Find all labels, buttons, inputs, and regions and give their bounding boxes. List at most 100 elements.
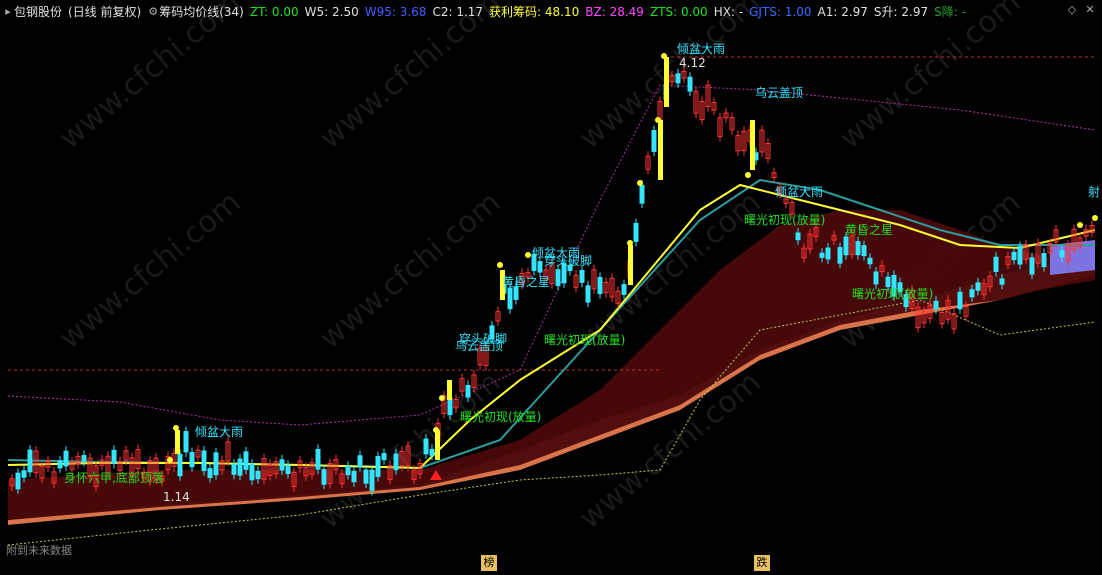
candle-body (183, 431, 189, 453)
window-controls: ◇ ✕ (1066, 3, 1096, 16)
watermark-text: www.cfchi.com (313, 0, 508, 156)
candle-body (237, 458, 243, 476)
chart-stage[interactable]: www.cfchi.com www.cfchi.com www.cfchi.com w… (0, 0, 1102, 575)
pattern-label: 4.12 (679, 56, 706, 70)
candle-body (837, 247, 843, 264)
highlight-candle (447, 380, 452, 400)
candle-body (843, 236, 849, 256)
candle-body (231, 463, 237, 475)
candle-body (555, 269, 561, 286)
candle-body (447, 397, 453, 416)
indicator-value: ZT: 0.00 (249, 4, 299, 19)
indicator-value: ZTS: 0.00 (649, 4, 708, 19)
highlight-candle (750, 120, 755, 170)
candle-body (885, 276, 891, 288)
signal-dot (1092, 215, 1098, 221)
signal-dot (433, 427, 439, 433)
candle-body (63, 450, 69, 467)
candle-body (465, 384, 471, 398)
signal-dot (745, 172, 751, 178)
candle-body (1059, 249, 1065, 258)
signal-dot (637, 180, 643, 186)
pattern-label: 黄昏之星 (502, 275, 550, 289)
candle-body (1017, 246, 1023, 265)
candle-body (687, 76, 693, 92)
signal-dot (167, 457, 173, 463)
candle-body (279, 459, 285, 471)
watermark-text: www.cfchi.com (53, 0, 248, 156)
indicator-value: S降: - (934, 4, 966, 19)
signal-dot (525, 252, 531, 258)
indicator-value: 获利筹码: 48.10 (489, 4, 580, 19)
highlight-candle (664, 57, 669, 107)
candle-body (633, 222, 639, 242)
indicator-value: A1: 2.97 (817, 4, 868, 19)
highlight-candle (175, 430, 180, 454)
pattern-label: 曙光初现(放量) (744, 212, 825, 227)
candle-body (345, 465, 351, 476)
signal-dot (439, 395, 445, 401)
pattern-label: 曙光初现(放量) (852, 286, 933, 301)
highlight-candle (628, 245, 633, 285)
watermark-text: www.cfchi.com (833, 0, 1028, 156)
candle-body (651, 130, 657, 152)
signal-dot (627, 240, 633, 246)
candle-body (249, 463, 255, 481)
settings-icon[interactable]: ⚙ (147, 5, 159, 18)
candle-body (429, 448, 435, 456)
indicator-value: W5: 2.50 (304, 4, 359, 19)
candle-body (1029, 257, 1035, 275)
close-icon[interactable]: ✕ (1084, 3, 1096, 16)
candle-body (27, 449, 33, 473)
candle-body (381, 453, 387, 461)
pattern-label: 乌云盖顶 (755, 85, 803, 100)
pattern-label: 倾盆大雨 (677, 42, 725, 56)
candle-body (375, 455, 381, 477)
diamond-icon[interactable]: ◇ (1066, 3, 1078, 16)
pattern-label: 曙光初现(放量) (460, 409, 541, 424)
candle-body (969, 289, 975, 298)
candle-body (975, 282, 981, 291)
candle-body (639, 184, 645, 204)
candle-body (507, 287, 513, 310)
candle-body (855, 241, 861, 256)
signal-dot (1077, 222, 1083, 228)
indicator-value: S升: 2.97 (873, 4, 929, 19)
watermark-text: www.cfchi.com (53, 185, 248, 356)
candle-body (621, 284, 627, 295)
candle-body (819, 252, 825, 258)
candlestick-chart[interactable]: www.cfchi.com www.cfchi.com www.cfchi.com w… (0, 0, 1102, 575)
indicator-value: C2: 1.17 (432, 4, 484, 19)
signal-dot (497, 262, 503, 268)
event-tag-1[interactable]: 榜 (481, 555, 497, 571)
candle-body (315, 448, 321, 470)
candle-body (867, 257, 873, 265)
candle-body (285, 464, 291, 475)
candle-body (363, 469, 369, 484)
event-tag-2[interactable]: 跌 (754, 555, 770, 571)
candle-body (825, 247, 831, 260)
candle-body (957, 291, 963, 310)
watermark-text: www.cfchi.com (313, 185, 508, 356)
candle-body (993, 256, 999, 273)
signal-dot (661, 53, 667, 59)
candle-body (177, 453, 183, 477)
candle-body (423, 438, 429, 455)
candle-body (351, 470, 357, 483)
candle-body (579, 269, 585, 283)
pattern-label: 倾盆大雨 (775, 185, 823, 199)
highlight-candle (658, 120, 663, 180)
pattern-label: 倾盆大雨 (195, 425, 243, 439)
indicator-name[interactable]: 筹码均价线(34) (159, 3, 244, 20)
period-label: (日线 前复权) (68, 4, 142, 19)
candle-body (393, 453, 399, 471)
dropdown-icon[interactable]: ▸ (2, 5, 14, 18)
candle-body (537, 261, 543, 273)
candle-body (873, 271, 879, 285)
candle-body (597, 277, 603, 295)
candle-body (21, 470, 27, 478)
candle-body (369, 469, 375, 491)
candle-body (795, 232, 801, 241)
candle-body (999, 278, 1005, 285)
candle-body (861, 245, 867, 257)
